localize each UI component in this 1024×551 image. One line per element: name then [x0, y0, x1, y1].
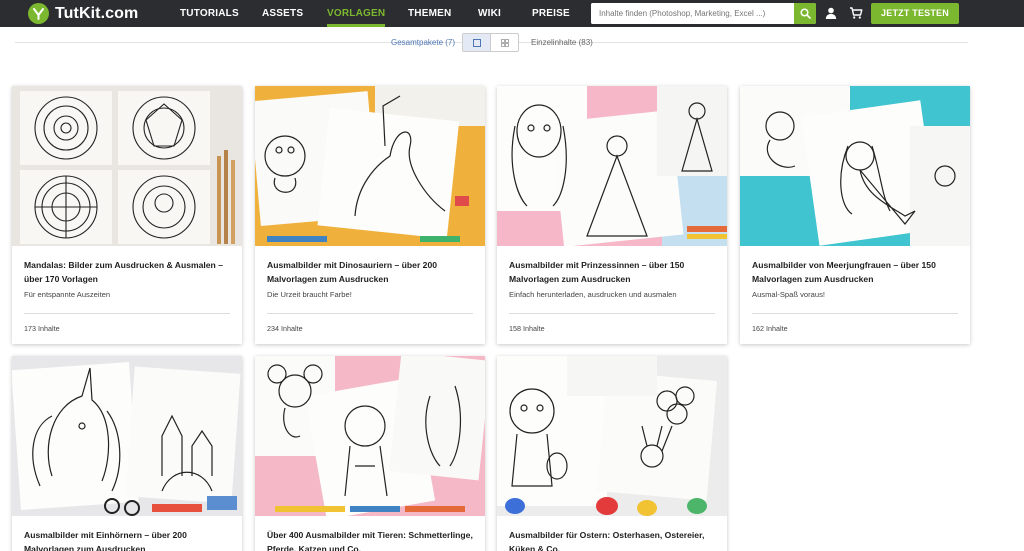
- nav-assets[interactable]: ASSETS: [262, 0, 303, 27]
- card-title[interactable]: Ausmalbilder mit Dinosauriern – über 200…: [267, 258, 477, 286]
- logo-text: TutKit.com: [55, 4, 139, 22]
- nav-tutorials[interactable]: TUTORIALS: [180, 0, 239, 27]
- card-subtitle: Ausmal-Spaß voraus!: [752, 290, 826, 299]
- card-item-count: 162 Inhalte: [752, 324, 788, 333]
- logo-leaf-icon: [28, 3, 49, 24]
- search-input[interactable]: [591, 3, 794, 24]
- card-item-count: 173 Inhalte: [24, 324, 60, 333]
- cart-icon[interactable]: [849, 6, 863, 20]
- card-title[interactable]: Ausmalbilder mit Einhörnern – über 200 M…: [24, 528, 234, 551]
- card-thumbnail-princesses: [497, 86, 727, 246]
- search-button[interactable]: [794, 3, 816, 24]
- grid-view-button[interactable]: [491, 34, 518, 51]
- top-navigation-bar: TutKit.com TUTORIALS ASSETS VORLAGEN THE…: [0, 0, 1024, 27]
- site-logo[interactable]: TutKit.com: [28, 3, 138, 24]
- nav-preise[interactable]: PREISE: [532, 0, 570, 27]
- card-divider: [509, 313, 715, 314]
- filter-single-link[interactable]: Einzelinhalte (83): [531, 37, 593, 49]
- grid-view-icon: [501, 38, 509, 47]
- card-title[interactable]: Über 400 Ausmalbilder mit Tieren: Schmet…: [267, 528, 477, 551]
- card-thumbnail-dinosaurs: [255, 86, 485, 246]
- card-title[interactable]: Ausmalbilder mit Prinzessinnen – über 15…: [509, 258, 719, 286]
- card-title[interactable]: Ausmalbilder für Ostern: Osterhasen, Ost…: [509, 528, 719, 551]
- filter-packages-link[interactable]: Gesamtpakete (7): [391, 37, 455, 49]
- try-now-button[interactable]: JETZT TESTEN: [871, 3, 959, 24]
- card-divider: [24, 313, 230, 314]
- card-title[interactable]: Ausmalbilder von Meerjungfrauen – über 1…: [752, 258, 962, 286]
- search-box: [591, 3, 816, 24]
- product-card-dinosaurs[interactable]: Ausmalbilder mit Dinosauriern – über 200…: [255, 86, 485, 344]
- card-item-count: 158 Inhalte: [509, 324, 545, 333]
- nav-vorlagen[interactable]: VORLAGEN: [327, 0, 386, 27]
- card-thumbnail-easter: [497, 356, 727, 516]
- card-thumbnail-unicorns: [12, 356, 242, 516]
- product-card-easter[interactable]: Ausmalbilder für Ostern: Osterhasen, Ost…: [497, 356, 727, 551]
- card-divider: [752, 313, 958, 314]
- card-subtitle: Einfach herunterladen, ausdrucken und au…: [509, 290, 677, 299]
- card-divider: [267, 313, 473, 314]
- card-title[interactable]: Mandalas: Bilder zum Ausdrucken & Ausmal…: [24, 258, 234, 286]
- card-subtitle: Die Urzeit braucht Farbe!: [267, 290, 352, 299]
- user-icon[interactable]: [824, 6, 838, 20]
- card-thumbnail-mermaids: [740, 86, 970, 246]
- single-view-icon: [472, 38, 481, 47]
- nav-wiki[interactable]: WIKI: [478, 0, 501, 27]
- card-subtitle: Für entspannte Auszeiten: [24, 290, 111, 299]
- view-toggle: [462, 33, 519, 52]
- product-card-princesses[interactable]: Ausmalbilder mit Prinzessinnen – über 15…: [497, 86, 727, 344]
- single-view-button[interactable]: [463, 34, 491, 51]
- product-card-mandalas[interactable]: Mandalas: Bilder zum Ausdrucken & Ausmal…: [12, 86, 242, 344]
- nav-themen[interactable]: THEMEN: [408, 0, 451, 27]
- product-card-animals[interactable]: Über 400 Ausmalbilder mit Tieren: Schmet…: [255, 356, 485, 551]
- card-thumbnail-mandalas: [12, 86, 242, 246]
- product-card-unicorns[interactable]: Ausmalbilder mit Einhörnern – über 200 M…: [12, 356, 242, 551]
- card-thumbnail-animals: [255, 356, 485, 516]
- card-item-count: 234 Inhalte: [267, 324, 303, 333]
- product-card-mermaids[interactable]: Ausmalbilder von Meerjungfrauen – über 1…: [740, 86, 970, 344]
- search-icon: [799, 8, 811, 19]
